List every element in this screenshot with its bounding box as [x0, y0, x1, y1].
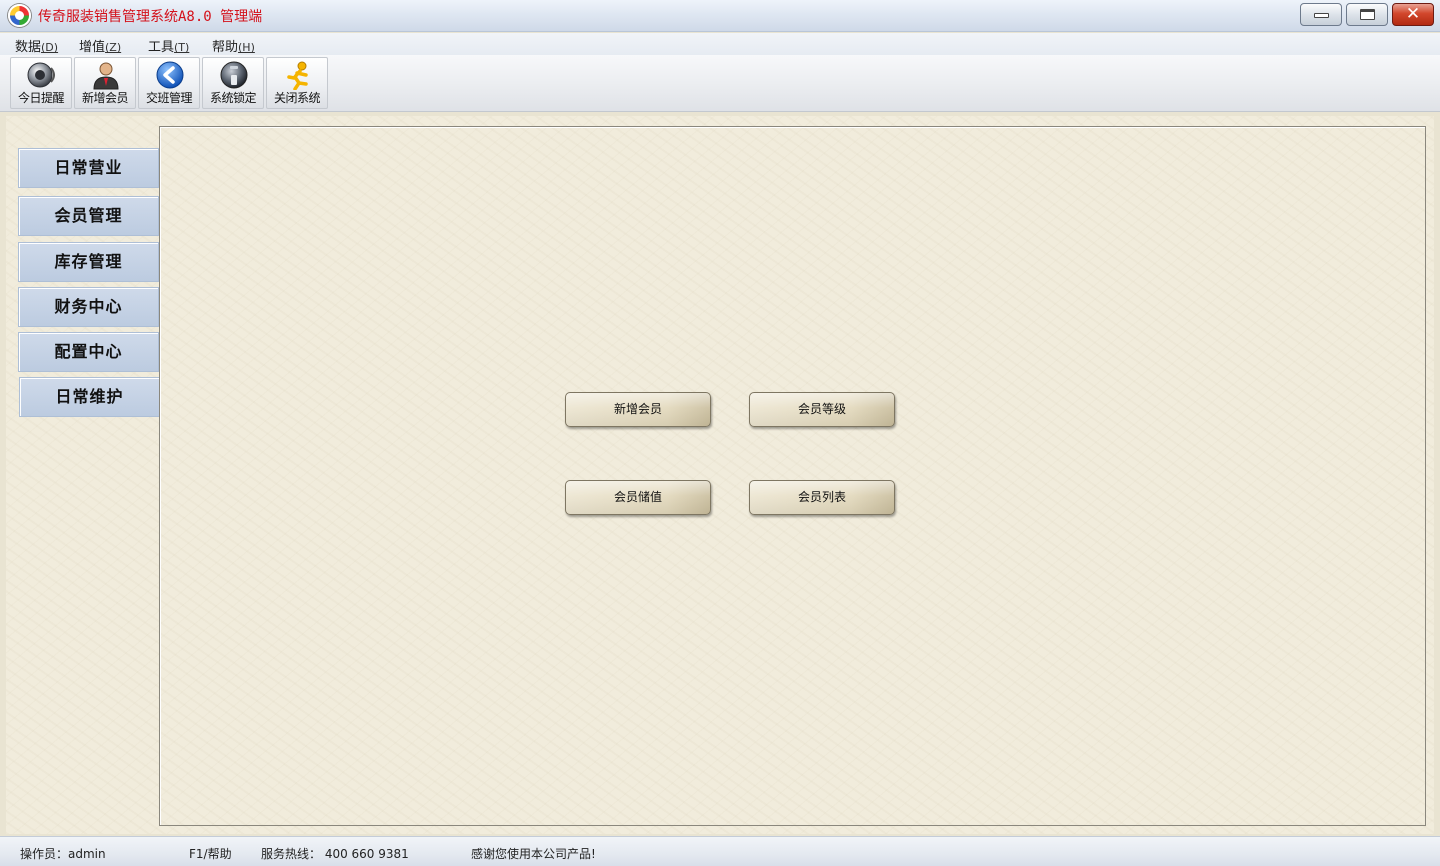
- user-icon: [93, 62, 119, 90]
- status-thanks: 感谢您使用本公司产品!: [471, 847, 596, 861]
- member-deposit-button[interactable]: 会员储值: [565, 480, 711, 515]
- status-bar: 操作员：admin F1/帮助 服务热线： 400 660 9381 感谢您使用…: [0, 836, 1440, 866]
- window-title: 传奇服装销售管理系统A8.0 管理端: [38, 9, 263, 25]
- menu-value-added-accel: (Z): [105, 41, 122, 54]
- add-member-toolbar-button[interactable]: 新增会员: [74, 57, 136, 109]
- status-operator: 操作员：admin: [20, 847, 106, 861]
- add-member-toolbar-label: 新增会员: [81, 91, 129, 105]
- sidebar-item-member-management[interactable]: 会员管理: [18, 196, 159, 236]
- sidebar-item-daily-business[interactable]: 日常营业: [18, 148, 159, 188]
- minimize-button[interactable]: [1300, 3, 1342, 26]
- close-icon: ✕: [1405, 4, 1421, 24]
- today-reminder-button[interactable]: 今日提醒: [10, 57, 72, 109]
- menu-data[interactable]: 数据(D): [15, 36, 58, 55]
- sidebar-item-finance-center[interactable]: 财务中心: [18, 287, 159, 327]
- close-button[interactable]: ✕: [1392, 3, 1434, 26]
- back-arrow-icon: [156, 61, 184, 89]
- menu-help-label: 帮助: [212, 40, 239, 55]
- sidebar-item-config-center[interactable]: 配置中心: [18, 332, 159, 372]
- close-system-button[interactable]: 关闭系统: [266, 57, 328, 109]
- member-level-button[interactable]: 会员等级: [749, 392, 895, 427]
- maximize-icon: [1360, 9, 1375, 20]
- menu-tools-label: 工具: [148, 40, 175, 55]
- runner-icon: [287, 61, 308, 90]
- speaker-icon: [27, 62, 55, 88]
- status-help: F1/帮助: [189, 847, 232, 861]
- status-hotline: 服务热线： 400 660 9381: [261, 847, 409, 861]
- menu-value-added-label: 增值: [79, 40, 106, 55]
- system-lock-label: 系统锁定: [209, 91, 257, 105]
- sidebar-item-daily-maintenance[interactable]: 日常维护: [19, 377, 160, 417]
- minimize-icon: [1314, 13, 1329, 18]
- menu-tools[interactable]: 工具(T): [148, 36, 189, 55]
- close-system-label: 关闭系统: [273, 91, 321, 105]
- shift-management-label: 交班管理: [145, 91, 193, 105]
- lock-icon: [220, 61, 248, 89]
- add-member-button[interactable]: 新增会员: [565, 392, 711, 427]
- shift-management-button[interactable]: 交班管理: [138, 57, 200, 109]
- work-area: 日常营业 会员管理 库存管理 财务中心 配置中心 日常维护 新增会员 会员等级 …: [6, 116, 1434, 834]
- maximize-button[interactable]: [1346, 3, 1388, 26]
- system-lock-button[interactable]: 系统锁定: [202, 57, 264, 109]
- menu-help[interactable]: 帮助(H): [212, 36, 255, 55]
- menu-value-added[interactable]: 增值(Z): [79, 36, 121, 55]
- today-reminder-label: 今日提醒: [17, 91, 65, 105]
- sidebar-item-inventory-management[interactable]: 库存管理: [18, 242, 159, 282]
- menu-help-accel: (H): [238, 41, 255, 54]
- menu-bar: 数据(D) 增值(Z) 工具(T) 帮助(H): [0, 33, 1440, 55]
- menu-data-label: 数据: [15, 40, 42, 55]
- toolbar: 今日提醒 新增会员 交班管理 系统锁定 关闭系统: [0, 55, 1440, 112]
- member-list-button[interactable]: 会员列表: [749, 480, 895, 515]
- menu-tools-accel: (T): [174, 41, 190, 54]
- content-panel: 新增会员 会员等级 会员储值 会员列表: [159, 126, 1426, 826]
- app-logo-icon: [8, 4, 31, 27]
- title-bar: 传奇服装销售管理系统A8.0 管理端 ✕: [0, 0, 1440, 32]
- menu-data-accel: (D): [41, 41, 59, 54]
